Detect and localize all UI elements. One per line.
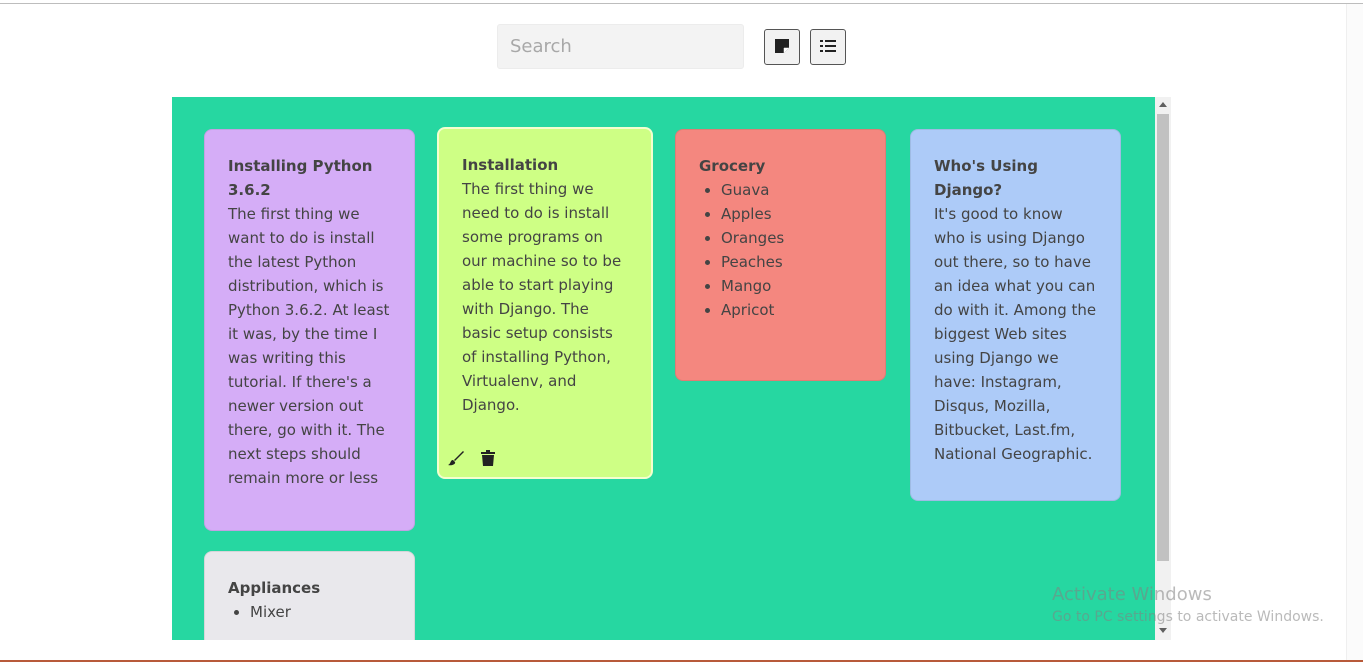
grid-view-button[interactable] — [764, 29, 800, 65]
note-title: Grocery — [699, 157, 766, 175]
note-body: The first thing we need to do is install… — [462, 180, 622, 414]
note-title: Appliances — [228, 579, 321, 597]
paintbrush-icon[interactable] — [447, 449, 465, 467]
window-top-border — [0, 3, 1363, 4]
note-title: Installation — [462, 156, 559, 174]
note-title: Who's Using Django? — [934, 157, 1038, 199]
list-view-button[interactable] — [810, 29, 846, 65]
list-item: Mixer — [250, 600, 391, 624]
list-item: Peaches — [721, 250, 862, 274]
list-item: Guava — [721, 178, 862, 202]
note-title: Installing Python 3.6.2 — [228, 157, 373, 199]
page-scrollbar[interactable] — [1346, 4, 1363, 660]
sticky-note-icon — [775, 38, 789, 57]
trash-icon[interactable] — [479, 449, 497, 467]
scroll-up-arrow-icon[interactable] — [1159, 102, 1167, 107]
list-item: Oranges — [721, 226, 862, 250]
note-card[interactable]: Who's Using Django? It's good to know wh… — [910, 129, 1121, 501]
list-item: Apricot — [721, 298, 862, 322]
watermark-subtitle: Go to PC settings to activate Windows. — [1052, 609, 1324, 625]
note-card[interactable]: Appliances Mixer — [204, 551, 415, 640]
board-scrollbar[interactable] — [1155, 97, 1171, 640]
list-item: Mango — [721, 274, 862, 298]
note-actions — [447, 449, 497, 467]
note-card[interactable]: Installing Python 3.6.2 The first thing … — [204, 129, 415, 531]
scroll-thumb[interactable] — [1157, 114, 1169, 561]
list-item: Apples — [721, 202, 862, 226]
scroll-down-arrow-icon[interactable] — [1159, 628, 1167, 633]
watermark-title: Activate Windows — [1052, 584, 1212, 605]
activate-windows-watermark: Activate Windows Go to PC settings to ac… — [1052, 584, 1324, 628]
list-icon — [820, 38, 836, 57]
search-input[interactable] — [497, 24, 744, 69]
note-list: Guava Apples Oranges Peaches Mango Apric… — [699, 178, 862, 322]
note-body: It's good to know who is using Django ou… — [934, 205, 1097, 463]
note-card[interactable]: Grocery Guava Apples Oranges Peaches Man… — [675, 129, 886, 381]
note-card-selected[interactable]: Installation The first thing we need to … — [437, 127, 653, 479]
note-list: Mixer — [228, 600, 391, 624]
note-body: The first thing we want to do is install… — [228, 205, 390, 487]
notes-board: Installing Python 3.6.2 The first thing … — [172, 97, 1155, 640]
